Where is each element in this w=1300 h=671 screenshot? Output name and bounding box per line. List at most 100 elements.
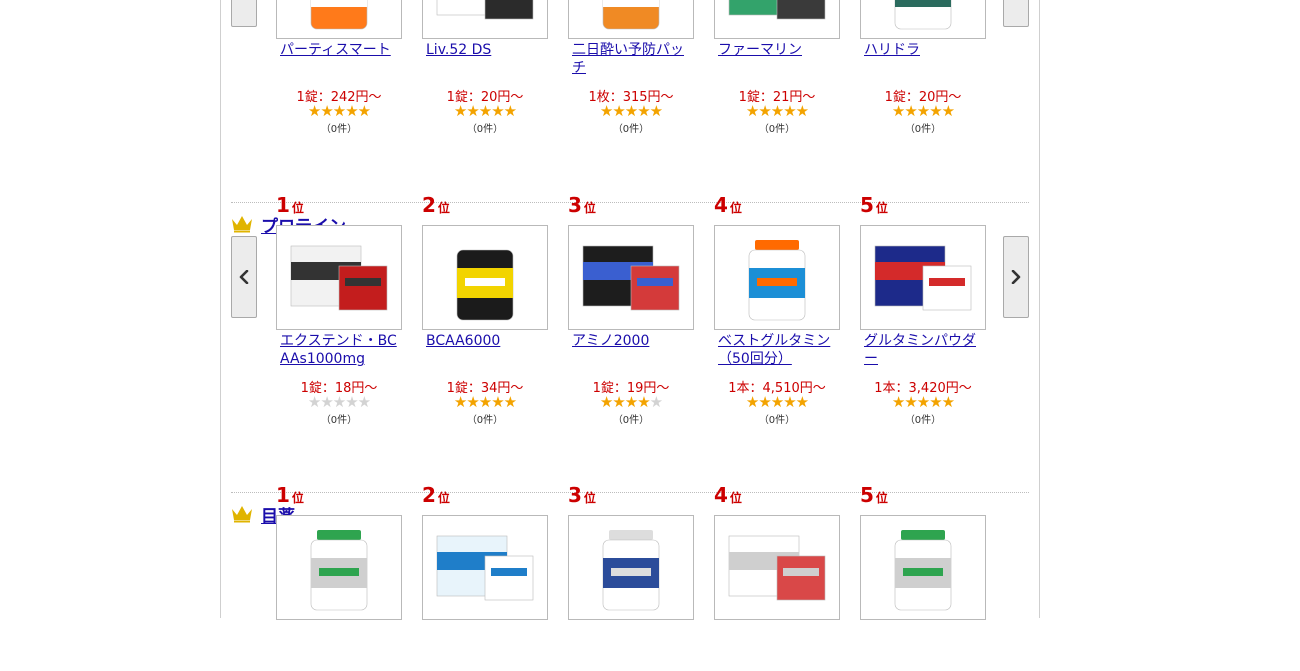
product-name-link[interactable]: ベストグルタミン	[718, 332, 838, 350]
star-icon: ★	[466, 393, 479, 411]
star-icon: ★	[491, 393, 504, 411]
rank-number: 2	[422, 193, 436, 217]
star-icon: ★	[307, 102, 321, 120]
product-card: Liv.52 DS 1錠：20円～ ★★★★★ （0件）	[422, 0, 548, 135]
review-count: （0件）	[612, 415, 650, 426]
star-icon: ★	[745, 393, 759, 411]
product-image[interactable]	[714, 0, 840, 39]
product-name-link[interactable]: ー	[864, 350, 984, 368]
rank-label: 1位	[276, 193, 304, 217]
rank-number: 1	[276, 483, 290, 507]
product-image[interactable]	[568, 515, 694, 620]
rank-number: 4	[714, 193, 728, 217]
rank-number: 5	[860, 193, 874, 217]
star-icon: ★	[624, 102, 638, 120]
review-count: （0件）	[320, 415, 358, 426]
star-icon: ★	[941, 393, 955, 411]
rank-label: 2位	[422, 193, 450, 217]
product-name-link[interactable]: Liv.52 DS	[426, 41, 546, 59]
rank-number: 2	[422, 483, 436, 507]
product-card: 5位	[860, 481, 986, 671]
star-rating: ★★★★★	[714, 104, 840, 119]
product-image-art	[310, 530, 368, 611]
product-image-art	[456, 240, 514, 321]
product-image[interactable]	[276, 225, 402, 330]
product-image-art	[728, 0, 826, 20]
star-rating: ★★★★★	[276, 104, 402, 119]
product-name-link[interactable]: 二日酔い予防パッ	[572, 41, 692, 59]
product-card: 2 位 BCAA6000 1錠：34円～ ★★★★★ （0件）	[422, 191, 548, 426]
star-icon: ★	[503, 393, 517, 411]
product-name-link[interactable]: エクステンド・BC	[280, 332, 400, 350]
product-image[interactable]	[860, 225, 986, 330]
carousel-next-button[interactable]	[1003, 236, 1029, 318]
product-image-art	[436, 535, 534, 601]
product-image[interactable]	[714, 515, 840, 620]
star-icon: ★	[758, 102, 771, 120]
product-name-link[interactable]: チ	[572, 59, 692, 77]
review-count: （0件）	[612, 124, 650, 135]
product-card: 4位	[714, 481, 840, 671]
product-image[interactable]	[422, 225, 548, 330]
star-icon: ★	[770, 393, 784, 411]
product-image-art	[310, 0, 368, 30]
rank-label: 3位	[568, 483, 596, 507]
product-image[interactable]	[860, 0, 986, 39]
carousel-prev-button[interactable]	[231, 0, 257, 27]
product-image[interactable]	[276, 0, 402, 39]
product-image-art	[602, 530, 660, 611]
product-name-link[interactable]: グルタミンパウダ	[864, 332, 984, 350]
product-card: 1位	[276, 481, 402, 671]
product-name-link[interactable]: アミノ2000	[572, 332, 692, 350]
rank-label: 2位	[422, 483, 450, 507]
star-icon: ★	[491, 102, 504, 120]
star-icon: ★	[637, 102, 650, 120]
carousel-next-button[interactable]	[1003, 0, 1029, 27]
product-card: ファーマリン 1錠：21円～ ★★★★★ （0件）	[714, 0, 840, 135]
star-icon: ★	[345, 393, 358, 411]
rank-suffix: 位	[437, 491, 450, 505]
star-icon: ★	[320, 393, 333, 411]
product-image[interactable]	[422, 0, 548, 39]
product-image[interactable]	[422, 515, 548, 620]
star-icon: ★	[466, 102, 479, 120]
product-name-link[interactable]: AAs1000mg	[280, 350, 400, 368]
product-name-link[interactable]: ハリドラ	[864, 41, 984, 59]
star-icon: ★	[758, 393, 771, 411]
product-image-art	[728, 535, 826, 601]
star-icon: ★	[599, 393, 613, 411]
rank-suffix: 位	[583, 201, 596, 215]
product-image[interactable]	[276, 515, 402, 620]
rank-number: 4	[714, 483, 728, 507]
star-icon: ★	[345, 102, 358, 120]
product-image[interactable]	[568, 225, 694, 330]
crown-icon	[232, 506, 252, 523]
product-name-link[interactable]: ファーマリン	[718, 41, 838, 59]
rank-number: 1	[276, 193, 290, 217]
product-image-art	[436, 0, 534, 20]
ranking-panel: パーティスマート 1錠：242円～ ★★★★★ （0件） Liv.52 DS 1錠：20円…	[220, 0, 1040, 620]
star-icon: ★	[307, 393, 321, 411]
product-name-link[interactable]: BCAA6000	[426, 332, 546, 350]
product-card: 1 位エクステンド・BC AAs1000mg 1錠：18円～ ★★★★★ （0件）	[276, 191, 402, 426]
product-card: 3 位アミノ2000 1錠：19円～ ★★★★★ （0件）	[568, 191, 694, 426]
product-image-art	[874, 245, 972, 311]
product-name-link[interactable]: パーティスマート	[280, 41, 400, 59]
product-image-art	[748, 240, 806, 321]
star-rating: ★★★★★	[422, 104, 548, 119]
star-icon: ★	[478, 393, 492, 411]
star-icon: ★	[783, 102, 796, 120]
product-image[interactable]	[714, 225, 840, 330]
star-icon: ★	[916, 393, 930, 411]
product-image[interactable]	[860, 515, 986, 620]
product-image[interactable]	[568, 0, 694, 39]
product-name-link[interactable]: （50回分）	[718, 350, 838, 368]
carousel-prev-button[interactable]	[231, 236, 257, 318]
star-icon: ★	[453, 393, 467, 411]
star-icon: ★	[941, 102, 955, 120]
star-rating: ★★★★★	[860, 104, 986, 119]
star-icon: ★	[649, 102, 663, 120]
star-rating: ★★★★★	[860, 395, 986, 410]
product-image-art	[582, 245, 680, 311]
product-image-art	[290, 245, 388, 311]
